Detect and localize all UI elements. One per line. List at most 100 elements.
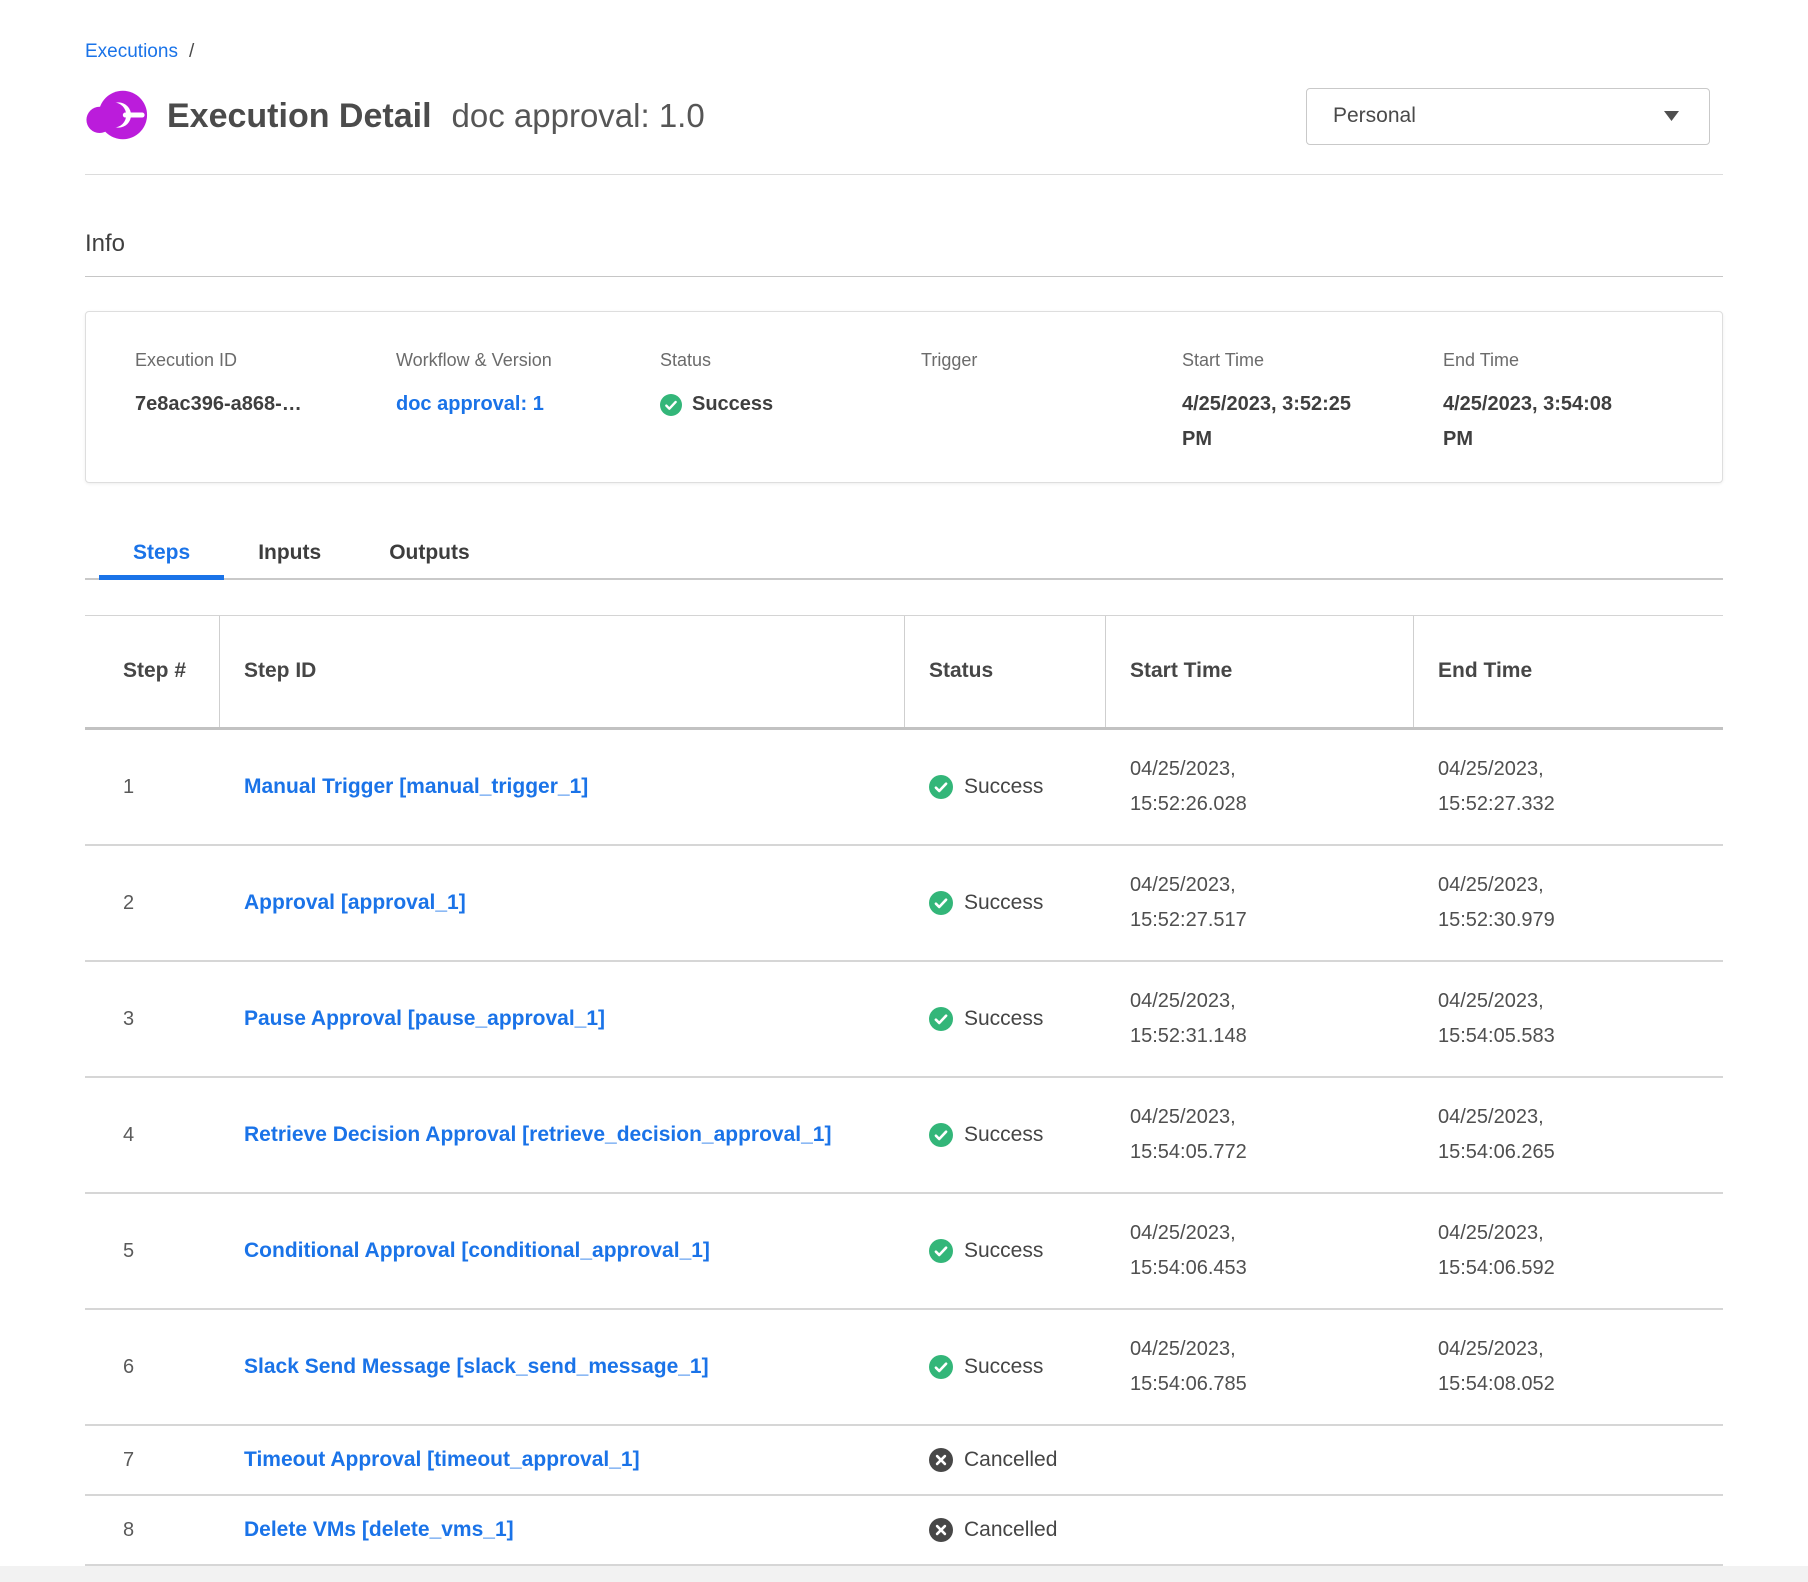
step-id-link[interactable]: Conditional Approval [conditional_approv… [244, 1237, 710, 1265]
check-circle-icon [660, 394, 682, 416]
steps-table: Step # Step ID Status Start Time End Tim… [85, 615, 1723, 1566]
column-header-status: Status [905, 616, 1106, 727]
status-text: Success [964, 1239, 1043, 1263]
table-row: 7 Timeout Approval [timeout_approval_1] … [85, 1426, 1723, 1496]
breadcrumb-separator: / [189, 41, 194, 63]
column-header-start-time: Start Time [1106, 616, 1414, 727]
workflow-logo-icon [85, 87, 149, 145]
step-id-link[interactable]: Approval [approval_1] [244, 889, 466, 917]
execution-detail-page: Executions / Execution Detail doc approv… [0, 0, 1808, 1566]
step-number: 8 [85, 1505, 220, 1556]
field-label: Trigger [921, 350, 1182, 371]
end-time: 04/25/2023, 15:52:27.332 [1414, 738, 1634, 836]
field-start-time: Start Time 4/25/2023, 3:52:25 PM [1182, 350, 1443, 457]
table-row: 3 Pause Approval [pause_approval_1] Succ… [85, 962, 1723, 1078]
end-time [1414, 1516, 1634, 1544]
start-time [1106, 1446, 1326, 1474]
column-header-step-num: Step # [85, 616, 220, 727]
execution-id-value: 7e8ac396-a868-… [135, 387, 396, 422]
status-text: Success [692, 387, 773, 422]
page-header: Execution Detail doc approval: 1.0 Perso… [85, 87, 1723, 145]
field-label: Workflow & Version [396, 350, 660, 371]
detail-tabs: Steps Inputs Outputs [85, 528, 1723, 580]
step-id-link[interactable]: Slack Send Message [slack_send_message_1… [244, 1353, 709, 1381]
start-time: 04/25/2023, 15:52:27.517 [1106, 854, 1326, 952]
table-row: 1 Manual Trigger [manual_trigger_1] Succ… [85, 730, 1723, 846]
field-workflow-version: Workflow & Version doc approval: 1 [396, 350, 660, 457]
start-time: 04/25/2023, 15:52:31.148 [1106, 970, 1326, 1068]
end-time [1414, 1446, 1634, 1474]
start-time: 04/25/2023, 15:54:06.453 [1106, 1202, 1326, 1300]
table-row: 4 Retrieve Decision Approval [retrieve_d… [85, 1078, 1723, 1194]
end-time-value: 4/25/2023, 3:54:08 PM [1443, 387, 1633, 457]
scope-dropdown-value: Personal [1333, 104, 1416, 128]
step-id-link[interactable]: Manual Trigger [manual_trigger_1] [244, 773, 588, 801]
tab-steps[interactable]: Steps [99, 528, 224, 578]
check-circle-icon [929, 1007, 953, 1031]
header-divider [85, 174, 1723, 175]
breadcrumb-link-executions[interactable]: Executions [85, 41, 178, 63]
end-time: 04/25/2023, 15:54:08.052 [1414, 1318, 1634, 1416]
step-number: 2 [85, 878, 220, 929]
step-id-link[interactable]: Delete VMs [delete_vms_1] [244, 1516, 514, 1544]
page-title: Execution Detail [167, 97, 432, 136]
field-trigger: Trigger [921, 350, 1182, 457]
status-badge: Success [905, 993, 1106, 1045]
column-header-step-id: Step ID [220, 616, 905, 727]
step-number: 4 [85, 1110, 220, 1161]
status-badge: Cancelled [905, 1504, 1106, 1556]
check-circle-icon [929, 1123, 953, 1147]
table-body: 1 Manual Trigger [manual_trigger_1] Succ… [85, 730, 1723, 1566]
step-number: 3 [85, 994, 220, 1045]
start-time: 04/25/2023, 15:54:06.785 [1106, 1318, 1326, 1416]
start-time: 04/25/2023, 15:52:26.028 [1106, 738, 1326, 836]
step-number: 5 [85, 1226, 220, 1277]
breadcrumb: Executions / [85, 41, 1723, 63]
status-badge: Success [905, 877, 1106, 929]
table-row: 6 Slack Send Message [slack_send_message… [85, 1310, 1723, 1426]
check-circle-icon [929, 1239, 953, 1263]
step-id-link[interactable]: Retrieve Decision Approval [retrieve_dec… [244, 1121, 831, 1149]
start-time: 04/25/2023, 15:54:05.772 [1106, 1086, 1326, 1184]
field-execution-id: Execution ID 7e8ac396-a868-… [135, 350, 396, 457]
status-badge: Success [660, 387, 921, 422]
field-label: End Time [1443, 350, 1722, 371]
tab-inputs[interactable]: Inputs [224, 528, 355, 578]
field-status: Status Success [660, 350, 921, 457]
end-time: 04/25/2023, 15:54:06.265 [1414, 1086, 1634, 1184]
status-text: Success [964, 1007, 1043, 1031]
page-content: Executions / Execution Detail doc approv… [85, 0, 1723, 1566]
chevron-down-icon [1664, 111, 1679, 121]
table-row: 2 Approval [approval_1] Success 04/25/20… [85, 846, 1723, 962]
field-label: Execution ID [135, 350, 396, 371]
status-text: Success [964, 1123, 1043, 1147]
step-id-link[interactable]: Timeout Approval [timeout_approval_1] [244, 1446, 640, 1474]
status-badge: Success [905, 1341, 1106, 1393]
status-badge: Success [905, 1109, 1106, 1161]
step-number: 6 [85, 1342, 220, 1393]
field-label: Start Time [1182, 350, 1443, 371]
status-text: Cancelled [964, 1448, 1057, 1472]
status-text: Success [964, 1355, 1043, 1379]
tab-outputs[interactable]: Outputs [355, 528, 503, 578]
x-circle-icon [929, 1448, 953, 1472]
info-divider [85, 276, 1723, 277]
column-header-end-time: End Time [1414, 616, 1723, 727]
table-header-row: Step # Step ID Status Start Time End Tim… [85, 615, 1723, 730]
table-row: 5 Conditional Approval [conditional_appr… [85, 1194, 1723, 1310]
check-circle-icon [929, 891, 953, 915]
step-id-link[interactable]: Pause Approval [pause_approval_1] [244, 1005, 605, 1033]
scope-dropdown[interactable]: Personal [1306, 88, 1710, 145]
status-badge: Success [905, 1225, 1106, 1277]
end-time: 04/25/2023, 15:52:30.979 [1414, 854, 1634, 952]
x-circle-icon [929, 1518, 953, 1542]
status-text: Success [964, 891, 1043, 915]
start-time-value: 4/25/2023, 3:52:25 PM [1182, 387, 1372, 457]
status-text: Success [964, 775, 1043, 799]
end-time: 04/25/2023, 15:54:06.592 [1414, 1202, 1634, 1300]
workflow-version-link[interactable]: doc approval: 1 [396, 393, 544, 415]
status-badge: Success [905, 761, 1106, 813]
status-text: Cancelled [964, 1518, 1057, 1542]
field-label: Status [660, 350, 921, 371]
check-circle-icon [929, 1355, 953, 1379]
